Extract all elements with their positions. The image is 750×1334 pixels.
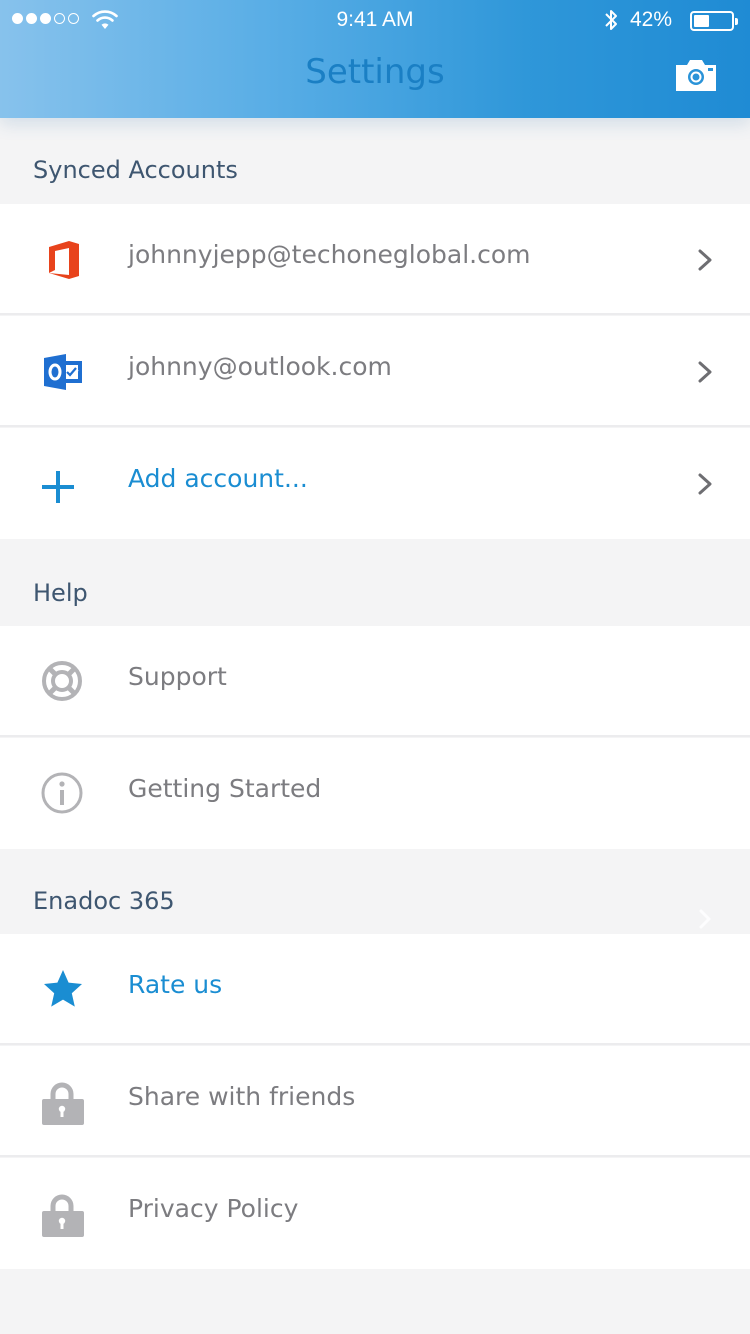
section-title: Enadoc 365 xyxy=(33,887,175,915)
camera-icon[interactable] xyxy=(672,56,720,94)
account-row-office[interactable]: johnnyjepp@techoneglobal.com xyxy=(0,204,750,315)
navigation-header: 9:41 AM 42% Settings xyxy=(0,0,750,118)
account-row-outlook[interactable]: johnny@outlook.com xyxy=(0,316,750,427)
battery-level-fill xyxy=(694,15,709,27)
privacy-policy-row[interactable]: Privacy Policy xyxy=(0,1158,750,1269)
battery-icon xyxy=(690,11,738,31)
privacy-policy-label: Privacy Policy xyxy=(128,1194,299,1223)
add-account-row[interactable]: Add account... xyxy=(0,428,750,539)
section-header-help: Help xyxy=(0,539,750,625)
share-with-friends-label: Share with friends xyxy=(128,1082,356,1111)
info-icon xyxy=(41,772,83,814)
settings-screen: 9:41 AM 42% Settings Synced Accounts joh… xyxy=(0,0,750,1334)
plus-icon xyxy=(42,471,74,503)
account-email-label: johnny@outlook.com xyxy=(128,352,392,381)
account-email-label: johnnyjepp@techoneglobal.com xyxy=(128,240,531,269)
bluetooth-icon xyxy=(605,10,617,30)
lock-icon xyxy=(42,1082,84,1125)
star-icon xyxy=(44,970,82,1007)
support-row[interactable]: Support xyxy=(0,626,750,737)
share-with-friends-row[interactable]: Share with friends xyxy=(0,1046,750,1157)
support-label: Support xyxy=(128,662,227,691)
rate-us-label: Rate us xyxy=(128,970,223,999)
page-title: Settings xyxy=(305,52,445,92)
status-bar: 9:41 AM 42% xyxy=(0,0,750,40)
section-title: Synced Accounts xyxy=(33,156,238,184)
add-account-label: Add account... xyxy=(128,464,308,493)
office-icon xyxy=(49,241,79,279)
section-title: Help xyxy=(33,579,88,607)
getting-started-label: Getting Started xyxy=(128,774,322,803)
lifebuoy-icon xyxy=(42,661,82,701)
section-header-enadoc: Enadoc 365 xyxy=(0,849,750,935)
chevron-right-icon xyxy=(698,249,712,271)
getting-started-row[interactable]: Getting Started xyxy=(0,738,750,849)
chevron-right-icon xyxy=(699,909,711,929)
chevron-right-icon xyxy=(698,361,712,383)
rate-us-row[interactable]: Rate us xyxy=(0,934,750,1045)
lock-icon xyxy=(42,1194,84,1237)
outlook-icon xyxy=(44,354,82,390)
section-header-synced-accounts: Synced Accounts xyxy=(0,118,750,204)
chevron-right-icon xyxy=(698,473,712,495)
battery-percentage: 42% xyxy=(630,8,673,31)
